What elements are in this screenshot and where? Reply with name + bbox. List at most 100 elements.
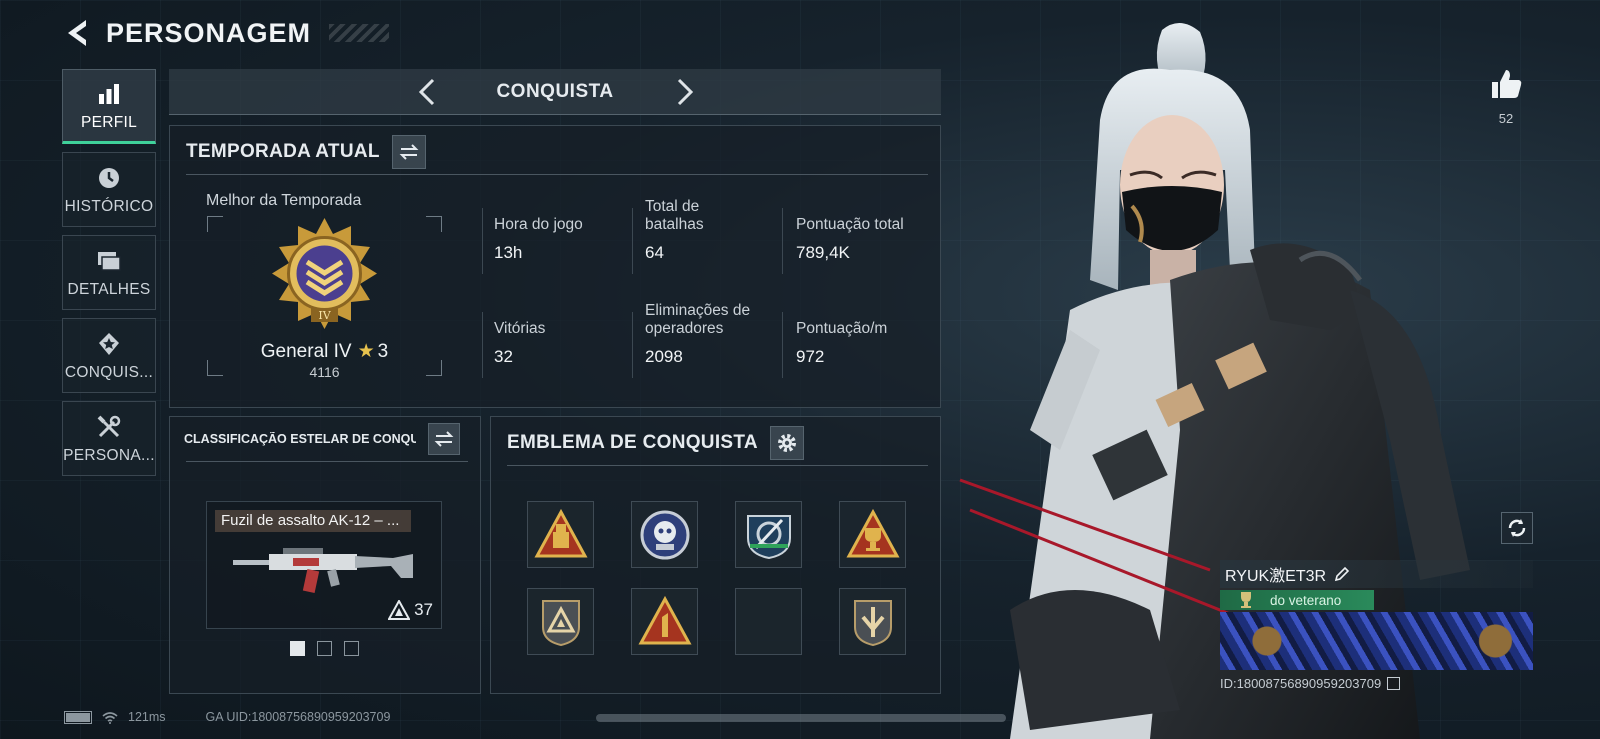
emblem-slot[interactable] — [631, 501, 698, 568]
stat-value: 2098 — [645, 347, 683, 366]
sidebar-item-perfil[interactable]: PERFIL — [62, 69, 156, 144]
triangle-emblem-icon — [533, 508, 588, 557]
page-title: PERSONAGEM — [106, 17, 312, 48]
bar-chart-icon — [99, 83, 119, 104]
player-title: do veterano — [1270, 592, 1342, 608]
divider — [186, 174, 928, 175]
refresh-button[interactable] — [1501, 512, 1533, 544]
sidebar-item-label: CONQUIS... — [64, 363, 154, 381]
ping-value: 121ms — [128, 710, 166, 724]
like-count: 52 — [1498, 111, 1514, 126]
thumbs-up-icon[interactable] — [1488, 66, 1524, 102]
copy-icon[interactable] — [1387, 677, 1401, 690]
skull-shield-emblem-icon — [640, 510, 689, 559]
weapon-name: Fuzil de assalto AK-12 – ... — [215, 510, 411, 532]
emblem-slot-empty[interactable] — [735, 588, 802, 655]
page-indicator — [290, 641, 359, 656]
chevron-right-icon[interactable] — [671, 77, 699, 107]
category-tabbar: CONQUISTA — [169, 69, 941, 115]
title-decoration — [329, 24, 390, 42]
rank-name: General IV ★ 3 — [207, 340, 442, 363]
sidebar-item-label: PERSONA... — [63, 446, 155, 464]
star-rating-switch-button[interactable] — [428, 423, 460, 455]
svg-text:IV: IV — [318, 309, 331, 322]
star-rating-panel: CLASSIFICAÇÃO ESTELAR DE CONQUISTA Fuzil… — [169, 416, 481, 694]
emblem-slot[interactable] — [631, 588, 698, 655]
emblem-slot[interactable] — [735, 501, 802, 568]
stat-value: 32 — [494, 347, 513, 366]
player-id: ID:18008756890959203709 — [1220, 676, 1382, 691]
weapon-level-value: 37 — [414, 600, 433, 619]
sidebar: PERFIL HISTÓRICO DETALHES CONQUIS... PER… — [62, 69, 158, 484]
stat-divider — [482, 312, 483, 378]
weapon-level: 37 — [388, 600, 433, 620]
stat-label: Pontuação/m — [796, 320, 888, 337]
sidebar-item-conquistas[interactable]: CONQUIS... — [62, 318, 156, 393]
star-rating-title: CLASSIFICAÇÃO ESTELAR DE CONQUISTA — [184, 432, 416, 446]
stat-value: 64 — [645, 243, 664, 262]
best-season-label: Melhor da Temporada — [206, 192, 362, 209]
stat-score-per-minute: Pontuação/m 972 — [796, 320, 936, 367]
player-banner — [1220, 612, 1533, 670]
account-uid: GA UID:18008756890959203709 — [205, 710, 391, 724]
stat-label: Hora do jogo — [494, 216, 583, 233]
emblem-grid — [527, 501, 906, 655]
stat-label: Eliminações de operadores — [645, 302, 751, 337]
sidebar-item-historico[interactable]: HISTÓRICO — [62, 152, 156, 227]
stat-victories: Vitórias 32 — [494, 320, 634, 367]
refresh-icon — [1508, 519, 1526, 537]
arrow-shield-emblem-icon — [853, 599, 892, 646]
crest-emblem-icon — [746, 514, 791, 559]
season-title: TEMPORADA ATUAL — [186, 141, 380, 162]
battery-icon — [64, 710, 92, 724]
emblem-slot[interactable] — [527, 588, 594, 655]
sidebar-item-personalizar[interactable]: PERSONA... — [62, 401, 156, 476]
status-bar: 121ms GA UID:18008756890959203709 — [64, 710, 390, 724]
page-dot[interactable] — [344, 641, 359, 656]
wifi-icon — [102, 711, 118, 724]
player-name-row: RYUK激ET3R — [1220, 560, 1533, 588]
player-title-badge: do veterano — [1220, 590, 1374, 610]
stat-play-time: Hora do jogo 13h — [494, 216, 634, 263]
emblem-slot[interactable] — [839, 501, 906, 568]
season-switch-button[interactable] — [391, 135, 426, 169]
emblem-slot[interactable] — [527, 501, 594, 568]
season-panel: TEMPORADA ATUAL Melhor da Temporada IV G… — [169, 125, 941, 408]
rank-points: 4116 — [309, 364, 340, 380]
sidebar-item-label: DETALHES — [67, 280, 151, 298]
star-rating-header: CLASSIFICAÇÃO ESTELAR DE CONQUISTA — [184, 423, 460, 455]
star-icon: ★ — [357, 341, 375, 362]
stat-eliminations: Eliminações de operadores 2098 — [645, 302, 785, 367]
player-profile-card: RYUK激ET3R do veterano ID:180087568909592… — [1220, 560, 1533, 691]
emblem-slot[interactable] — [839, 588, 906, 655]
sidebar-item-label: HISTÓRICO — [64, 197, 154, 215]
stat-value: 972 — [796, 347, 825, 366]
number-one-emblem-icon — [637, 595, 692, 644]
stat-label: Vitórias — [494, 320, 546, 337]
stat-divider — [482, 208, 483, 274]
player-name: RYUK激ET3R — [1225, 568, 1327, 585]
edit-pencil-icon[interactable] — [1334, 566, 1350, 582]
stat-label: Total de batalhas — [645, 198, 704, 233]
tab-title: CONQUISTA — [496, 81, 614, 102]
page-dot[interactable] — [290, 641, 305, 656]
rank-name-text: General IV — [260, 341, 352, 362]
page-dot[interactable] — [317, 641, 332, 656]
stat-label: Pontuação total — [796, 216, 904, 233]
shield-triangle-emblem-icon — [541, 599, 580, 646]
rank-frame: IV General IV ★ 3 4116 — [207, 216, 442, 380]
trophy-icon — [1241, 592, 1251, 608]
gear-icon — [777, 434, 796, 452]
sidebar-item-label: PERFIL — [80, 113, 138, 131]
assault-rifle-icon — [233, 548, 413, 594]
medal-icon — [99, 332, 119, 355]
stat-value: 789,4K — [796, 243, 850, 262]
back-arrow-icon[interactable] — [62, 16, 92, 50]
emblem-title: EMBLEMA DE CONQUISTA — [507, 432, 758, 453]
sidebar-item-detalhes[interactable]: DETALHES — [62, 235, 156, 310]
weapon-card[interactable]: Fuzil de assalto AK-12 – ... 37 — [206, 501, 442, 629]
divider — [186, 461, 468, 462]
emblem-settings-button[interactable] — [769, 426, 804, 460]
home-indicator-bar[interactable] — [596, 714, 1006, 722]
swap-arrows-icon — [399, 144, 419, 160]
